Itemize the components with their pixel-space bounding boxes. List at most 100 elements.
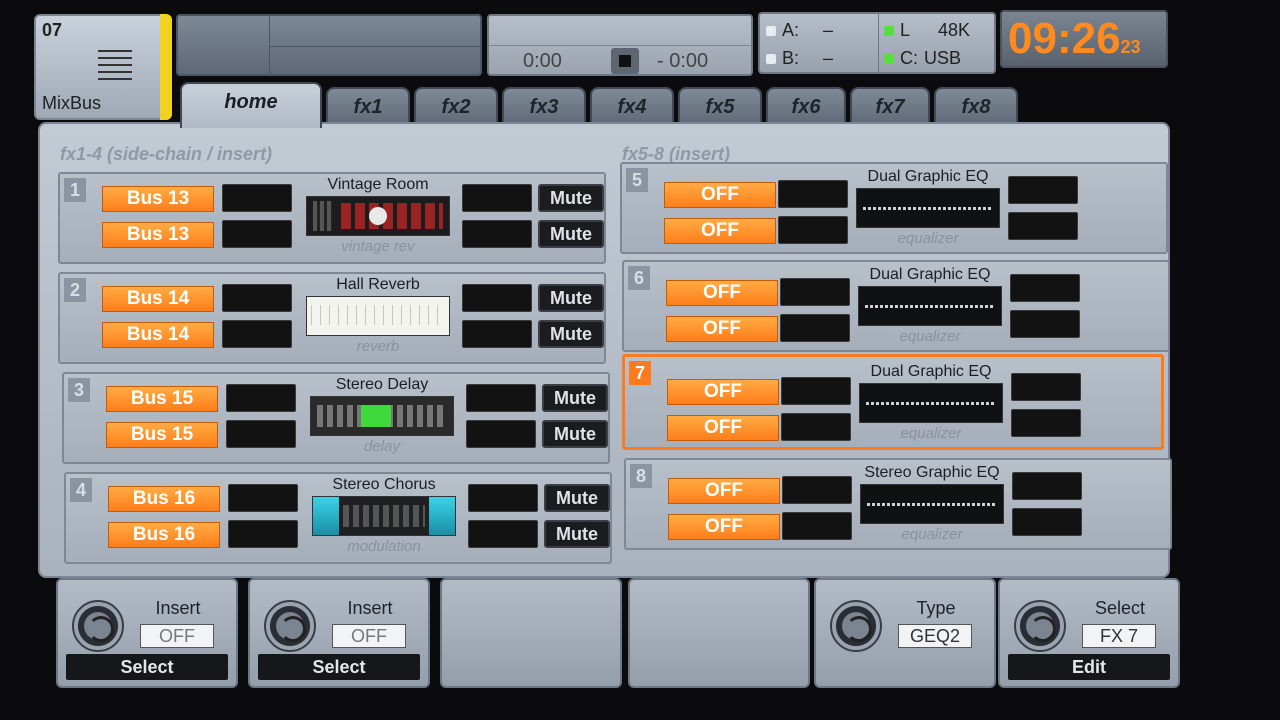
source-2-button[interactable]: OFF bbox=[664, 218, 776, 244]
tab-fx1[interactable]: fx1 bbox=[326, 87, 410, 125]
source-1-button[interactable]: Bus 13 bbox=[102, 186, 214, 212]
tab-home[interactable]: home bbox=[180, 82, 322, 128]
mute-1-button[interactable]: Mute bbox=[544, 484, 610, 512]
fx-name: Dual Graphic EQ bbox=[869, 266, 991, 283]
source-1-button[interactable]: Bus 15 bbox=[106, 386, 218, 412]
fx-slot-5[interactable]: 5 OFF OFF Dual Graphic EQ equalizer bbox=[620, 162, 1168, 254]
modulation-thumbnail[interactable] bbox=[312, 496, 456, 536]
slot-number: 8 bbox=[630, 464, 652, 488]
return-1-display[interactable] bbox=[462, 284, 532, 312]
mute-1-button[interactable]: Mute bbox=[538, 184, 604, 212]
level-2-display[interactable] bbox=[778, 216, 848, 244]
tab-fx6[interactable]: fx6 bbox=[766, 87, 846, 125]
rotary-knob-icon[interactable] bbox=[264, 600, 316, 652]
return-2-display[interactable] bbox=[1010, 310, 1080, 338]
slot-number: 6 bbox=[628, 266, 650, 290]
return-2-display[interactable] bbox=[462, 320, 532, 348]
rotary-knob-icon[interactable] bbox=[1014, 600, 1066, 652]
mute-2-button[interactable]: Mute bbox=[538, 220, 604, 248]
source-1-button[interactable]: Bus 16 bbox=[108, 486, 220, 512]
return-1-display[interactable] bbox=[468, 484, 538, 512]
fader-icon bbox=[98, 50, 132, 90]
level-2-display[interactable] bbox=[782, 512, 852, 540]
fx-name: Hall Reverb bbox=[336, 276, 420, 293]
mute-1-button[interactable]: Mute bbox=[538, 284, 604, 312]
source-2-button[interactable]: OFF bbox=[666, 316, 778, 342]
tab-fx3[interactable]: fx3 bbox=[502, 87, 586, 125]
level-2-display[interactable] bbox=[226, 420, 296, 448]
encoder-button[interactable]: Select bbox=[66, 654, 228, 680]
level-2-display[interactable] bbox=[781, 413, 851, 441]
return-1-display[interactable] bbox=[1012, 472, 1082, 500]
fx-type: equalizer bbox=[900, 425, 962, 442]
level-1-display[interactable] bbox=[782, 476, 852, 504]
equalizer-thumbnail[interactable] bbox=[859, 383, 1003, 423]
fx-slot-8[interactable]: 8 OFF OFF Stereo Graphic EQ equalizer bbox=[624, 458, 1172, 550]
return-2-display[interactable] bbox=[1011, 409, 1081, 437]
delay-thumbnail[interactable] bbox=[310, 396, 454, 436]
mute-2-button[interactable]: Mute bbox=[542, 420, 608, 448]
fx-slot-2[interactable]: 2 Bus 14 Bus 14 Hall Reverb reverb Mute … bbox=[58, 272, 606, 364]
fx-slot-7-selected[interactable]: 7 OFF OFF Dual Graphic EQ equalizer bbox=[622, 354, 1164, 450]
source-2-button[interactable]: Bus 16 bbox=[108, 522, 220, 548]
level-1-display[interactable] bbox=[781, 377, 851, 405]
mute-2-button[interactable]: Mute bbox=[544, 520, 610, 548]
encoder-button[interactable]: Select bbox=[258, 654, 420, 680]
equalizer-thumbnail[interactable] bbox=[856, 188, 1000, 228]
return-2-display[interactable] bbox=[1008, 212, 1078, 240]
equalizer-thumbnail[interactable] bbox=[858, 286, 1002, 326]
level-1-display[interactable] bbox=[778, 180, 848, 208]
tab-fx4[interactable]: fx4 bbox=[590, 87, 674, 125]
mute-2-button[interactable]: Mute bbox=[538, 320, 604, 348]
fx-slot-6[interactable]: 6 OFF OFF Dual Graphic EQ equalizer bbox=[622, 260, 1170, 352]
return-2-display[interactable] bbox=[462, 220, 532, 248]
level-2-display[interactable] bbox=[228, 520, 298, 548]
equalizer-thumbnail[interactable] bbox=[860, 484, 1004, 524]
level-1-display[interactable] bbox=[222, 184, 292, 212]
source-1-button[interactable]: Bus 14 bbox=[102, 286, 214, 312]
level-1-display[interactable] bbox=[780, 278, 850, 306]
channel-select-box[interactable]: 07 MixBus bbox=[34, 14, 172, 120]
level-1-display[interactable] bbox=[226, 384, 296, 412]
level-1-display[interactable] bbox=[222, 284, 292, 312]
scene-name-display bbox=[176, 14, 482, 76]
tab-fx5[interactable]: fx5 bbox=[678, 87, 762, 125]
return-2-display[interactable] bbox=[466, 420, 536, 448]
fx-slot-3[interactable]: 3 Bus 15 Bus 15 Stereo Delay delay Mute … bbox=[62, 372, 610, 464]
tab-fx2[interactable]: fx2 bbox=[414, 87, 498, 125]
level-1-display[interactable] bbox=[228, 484, 298, 512]
return-2-display[interactable] bbox=[468, 520, 538, 548]
source-1-button[interactable]: OFF bbox=[667, 379, 779, 405]
source-1-button[interactable]: OFF bbox=[664, 182, 776, 208]
source-2-button[interactable]: OFF bbox=[667, 415, 779, 441]
fx-name: Stereo Delay bbox=[335, 376, 429, 393]
return-1-display[interactable] bbox=[466, 384, 536, 412]
reverb-thumbnail[interactable] bbox=[306, 296, 450, 336]
level-2-display[interactable] bbox=[780, 314, 850, 342]
return-1-display[interactable] bbox=[462, 184, 532, 212]
level-2-display[interactable] bbox=[222, 220, 292, 248]
source-2-button[interactable]: OFF bbox=[668, 514, 780, 540]
level-2-display[interactable] bbox=[222, 320, 292, 348]
return-1-display[interactable] bbox=[1010, 274, 1080, 302]
vintage-rev-thumbnail[interactable] bbox=[306, 196, 450, 236]
source-1-button[interactable]: OFF bbox=[666, 280, 778, 306]
source-2-button[interactable]: Bus 15 bbox=[106, 422, 218, 448]
tab-fx8[interactable]: fx8 bbox=[934, 87, 1018, 125]
tab-fx7[interactable]: fx7 bbox=[850, 87, 930, 125]
return-2-display[interactable] bbox=[1012, 508, 1082, 536]
slot-number: 1 bbox=[64, 178, 86, 202]
source-2-button[interactable]: Bus 13 bbox=[102, 222, 214, 248]
rotary-knob-icon[interactable] bbox=[830, 600, 882, 652]
return-1-display[interactable] bbox=[1008, 176, 1078, 204]
source-1-button[interactable]: OFF bbox=[668, 478, 780, 504]
fx-slot-4[interactable]: 4 Bus 16 Bus 16 Stereo Chorus modulation… bbox=[64, 472, 612, 564]
fx-slot-1[interactable]: 1 Bus 13 Bus 13 Vintage Room vintage rev… bbox=[58, 172, 606, 264]
mute-1-button[interactable]: Mute bbox=[542, 384, 608, 412]
encoder-button[interactable]: Edit bbox=[1008, 654, 1170, 680]
stop-button[interactable] bbox=[611, 48, 639, 74]
rotary-knob-icon[interactable] bbox=[72, 600, 124, 652]
return-1-display[interactable] bbox=[1011, 373, 1081, 401]
fx-type: delay bbox=[364, 438, 400, 455]
source-2-button[interactable]: Bus 14 bbox=[102, 322, 214, 348]
